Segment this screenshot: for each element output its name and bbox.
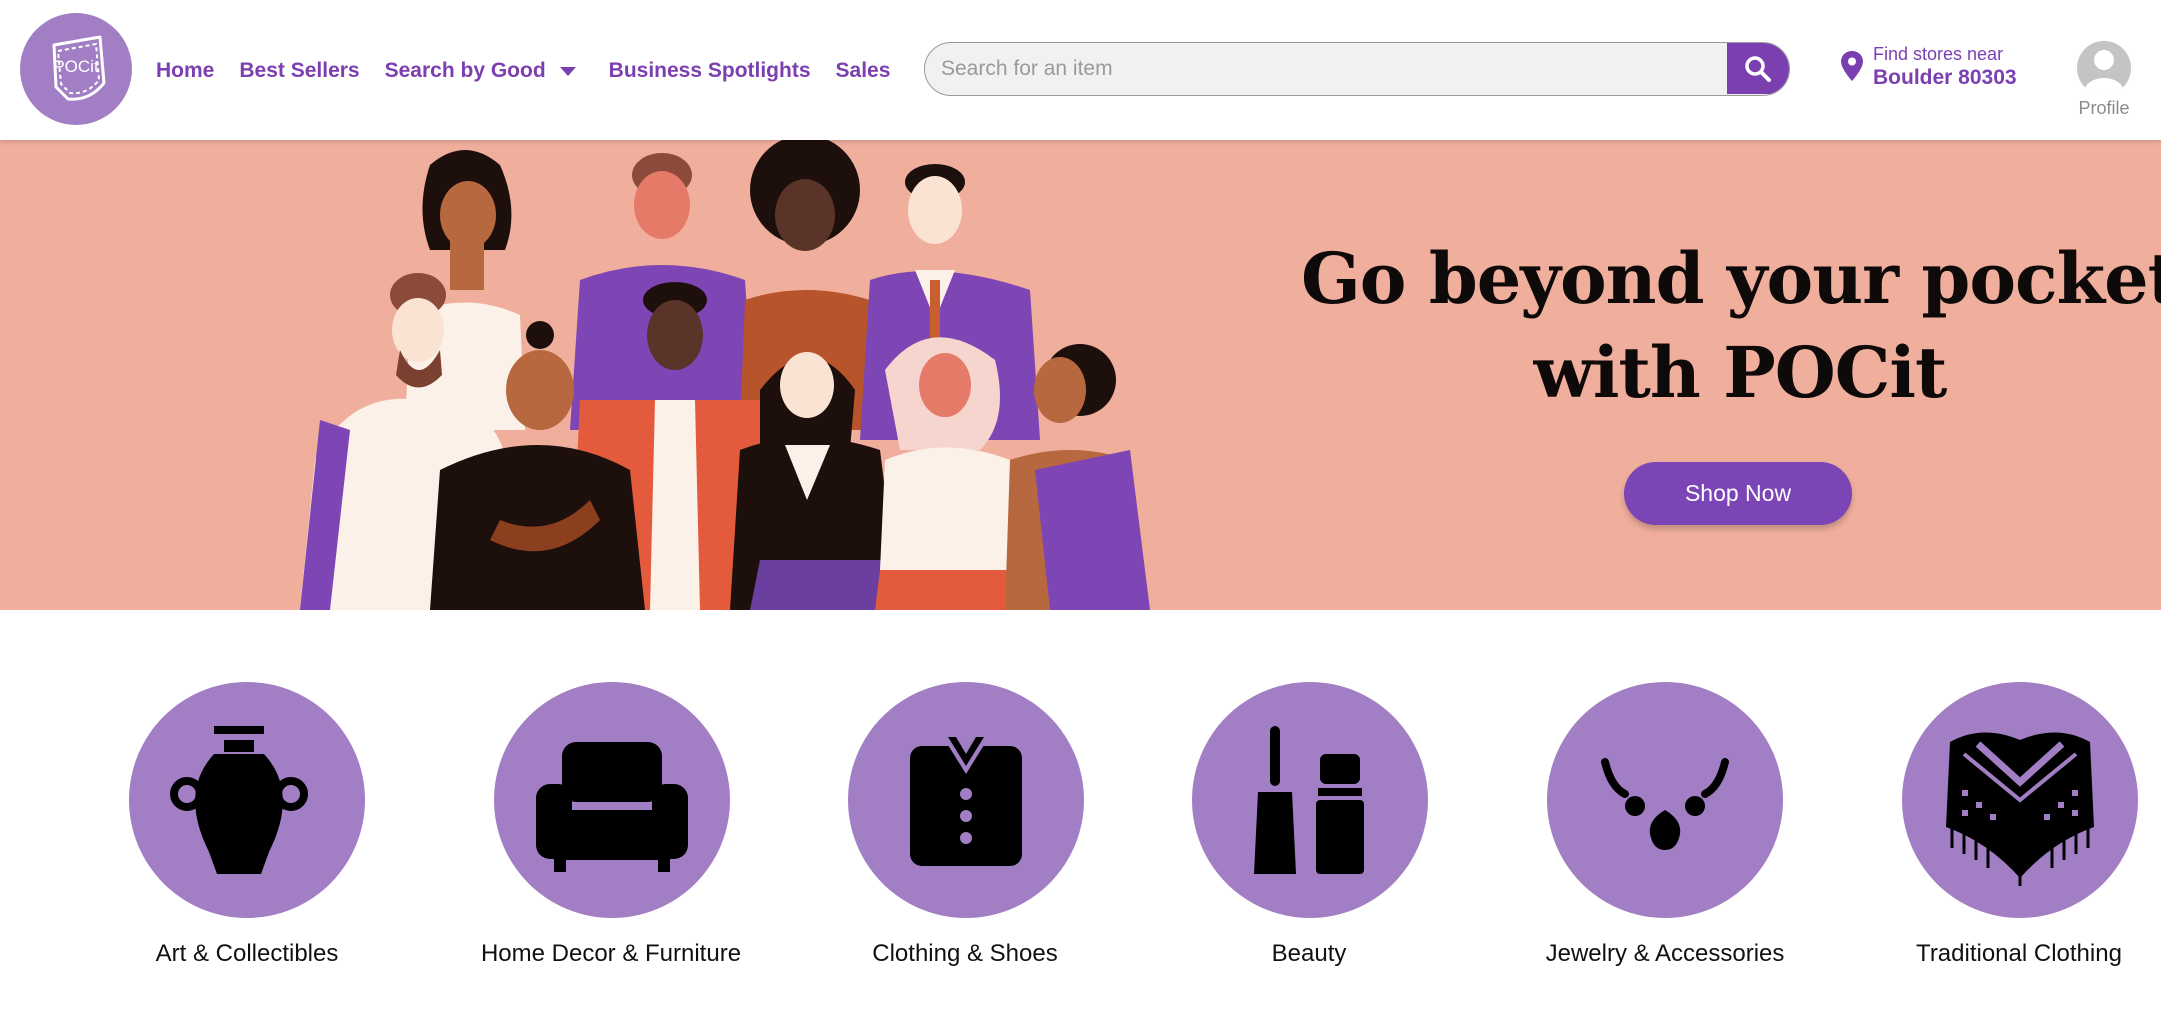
category-circle <box>1547 682 1783 918</box>
shirt-icon <box>910 737 1022 866</box>
category-circle <box>494 682 730 918</box>
category-home-decor-furniture[interactable]: Home Decor & Furniture <box>451 682 771 982</box>
nav-search-by-good[interactable]: Search by Good <box>385 59 576 83</box>
location-label: Find stores near <box>1873 44 2004 64</box>
nav-home[interactable]: Home <box>156 59 214 83</box>
category-label: Beauty <box>1271 940 1347 967</box>
category-traditional-clothing[interactable]: Traditional Clothing <box>1859 682 2161 982</box>
hero-banner: Go beyond your pocket with POCit Shop No… <box>0 140 2161 610</box>
user-avatar-icon <box>2077 41 2131 95</box>
hero-title-line-1: Go beyond your pocket <box>1300 237 2161 320</box>
category-label: Clothing & Shoes <box>872 940 1058 967</box>
category-circle <box>1192 682 1428 918</box>
nav-best-sellers[interactable]: Best Sellers <box>239 59 359 83</box>
main-nav: Home Best Sellers Search by Good Busines… <box>156 55 915 87</box>
logo-text: POCit <box>53 57 99 76</box>
search-icon <box>1745 55 1771 82</box>
vase-icon <box>170 726 308 874</box>
location-value: Boulder 80303 <box>1873 66 2017 89</box>
nav-search-by-good-label: Search by Good <box>384 59 546 82</box>
category-label: Home Decor & Furniture <box>480 940 742 967</box>
category-circle <box>848 682 1084 918</box>
category-art-collectibles[interactable]: Art & Collectibles <box>87 682 407 982</box>
location-pin-icon <box>1841 51 1863 81</box>
poncho-icon <box>1946 732 2094 886</box>
caret-down-icon <box>559 66 576 76</box>
category-label: Traditional Clothing <box>1916 940 2122 967</box>
category-circle <box>129 682 365 918</box>
person-front-3 <box>875 337 1020 610</box>
category-beauty[interactable]: Beauty <box>1149 682 1469 982</box>
search-bar <box>924 42 1790 96</box>
profile-label: Profile <box>2078 98 2130 118</box>
search-input[interactable] <box>925 43 1727 94</box>
category-clothing-shoes[interactable]: Clothing & Shoes <box>805 682 1125 982</box>
hero-title: Go beyond your pocket with POCit <box>1290 232 2161 420</box>
search-button[interactable] <box>1727 43 1789 94</box>
mascara-icon <box>1254 726 1364 874</box>
nav-business-spotlights[interactable]: Business Spotlights <box>609 59 811 83</box>
shop-now-button[interactable]: Shop Now <box>1624 462 1852 525</box>
pocit-logo[interactable]: POCit <box>20 13 132 125</box>
category-jewelry-accessories[interactable]: Jewelry & Accessories <box>1505 682 1825 982</box>
profile-button[interactable]: Profile <box>2072 40 2136 118</box>
site-header: POCit Home Best Sellers Search by Good B… <box>0 0 2161 140</box>
category-circle <box>1902 682 2138 918</box>
category-label: Jewelry & Accessories <box>1545 940 1785 967</box>
armchair-icon <box>536 742 688 872</box>
hero-title-line-2: with POCit <box>1533 331 1948 414</box>
diverse-people-illustration <box>300 140 1150 610</box>
necklace-icon <box>1601 758 1729 850</box>
nav-sales[interactable]: Sales <box>836 59 891 83</box>
category-label: Art & Collectibles <box>155 940 339 967</box>
